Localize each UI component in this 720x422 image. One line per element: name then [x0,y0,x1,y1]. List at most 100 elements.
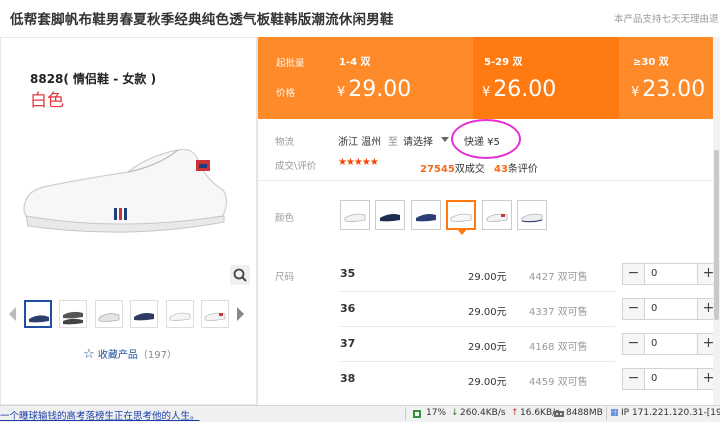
quantity-input[interactable]: 0 [651,373,657,384]
thumbnail[interactable] [201,300,229,328]
destination-select[interactable]: 请选择 [403,133,433,148]
size-stock: 4168 双可售 [529,342,588,353]
thumbnail-image [98,313,120,322]
thumbnail[interactable] [130,300,158,328]
star-outline-icon: ☆ [83,347,95,362]
reviews-label: 成交\评价 [275,161,317,172]
product-title: 低帮套脚帆布鞋男春夏秋季经典纯色透气板鞋韩版潮流休闲男鞋 [10,12,394,28]
swatch-image [486,213,508,222]
thumb-next-arrow-icon[interactable] [237,307,244,321]
size-value: 36 [340,302,356,315]
decrement-button[interactable]: − [623,299,645,319]
swatch-image [521,213,543,223]
color-swatch[interactable] [517,200,547,230]
decrement-button[interactable]: − [623,369,645,389]
network-icon: ▦ [610,408,619,418]
thumbnail-image [63,311,83,325]
thumbnail[interactable] [59,300,87,328]
tier-price-value: 26.00 [493,77,557,102]
size-stock: 4427 双可售 [529,272,588,283]
quantity-stepper[interactable]: − 0 + [622,298,720,320]
tier-currency: ¥ [631,85,640,100]
size-value: 37 [340,337,356,350]
ship-origin: 浙江 温州 [338,137,382,148]
color-swatch[interactable] [482,200,512,230]
status-separator [606,407,607,420]
download-speed: 260.4KB/s [460,408,506,418]
memory-usage: 8488MB [566,408,603,418]
shoe-image[interactable] [18,130,233,245]
size-stock: 4337 双可售 [529,307,588,318]
product-color-name: 白色 [30,91,64,111]
tier-currency: ¥ [337,85,346,100]
color-swatch[interactable] [411,200,441,230]
memory-icon [554,411,564,417]
review-count: 43 [494,164,508,175]
favorite-link[interactable]: ☆ 收藏产品（197） [83,346,177,362]
divider [340,291,615,292]
upload-arrow-icon: ↑ [511,408,519,418]
size-price: 29.00元 [468,272,507,283]
thumbnail[interactable] [166,300,194,328]
selected-indicator [457,229,467,235]
zoom-button[interactable] [230,265,250,285]
thumbnail-image [134,313,154,321]
size-value: 35 [340,267,356,280]
tier-price: ¥23.00 [631,77,705,102]
quantity-input[interactable]: 0 [651,338,657,349]
tier-range: 5-29 双 [484,57,523,68]
tier-currency: ¥ [482,85,491,100]
tier-price-value: 23.00 [642,77,706,102]
chevron-down-icon[interactable] [441,137,449,142]
thumbnail-image [204,312,226,321]
size-price: 29.00元 [468,307,507,318]
thumbnail-image [169,312,191,321]
status-separator [405,407,406,420]
size-stock: 4459 双可售 [529,377,588,388]
color-swatch[interactable] [375,200,405,230]
decrement-button[interactable]: − [623,334,645,354]
swatch-image [416,214,436,222]
favorite-label: 收藏产品 [97,350,138,361]
thumbnail[interactable] [24,300,52,328]
quantity-stepper[interactable]: − 0 + [622,333,720,355]
cpu-icon [413,410,421,418]
size-price: 29.00元 [468,377,507,388]
magnifier-icon [233,268,247,282]
divider [340,326,615,327]
quantity-stepper[interactable]: − 0 + [622,368,720,390]
color-swatch[interactable] [340,200,370,230]
scrollbar-thumb[interactable] [714,150,719,320]
swatch-image [344,213,366,222]
return-policy-notice: 本产品支持七天无理由退 [614,14,719,25]
logistics-label: 物流 [275,137,295,148]
favorite-count: （197） [137,350,177,361]
sold-count-info[interactable]: 27545双成交 [420,157,485,176]
tier-price-value: 29.00 [348,77,412,102]
ship-to-label: 至 [388,137,398,148]
tier-price: ¥26.00 [482,77,556,102]
quantity-input[interactable]: 0 [651,303,657,314]
ip-address: IP 171.221.120.31-[192.168.1 [621,408,720,418]
thumb-prev-arrow-icon[interactable] [9,307,16,321]
swatch-image [380,214,400,222]
review-count-link[interactable]: 43条评价 [494,157,538,176]
size-label: 尺码 [275,272,295,283]
decrement-button[interactable]: − [623,264,645,284]
quantity-stepper[interactable]: − 0 + [622,263,720,285]
status-news-link[interactable]: 一个曝球输钱的高考落榜生正在思考他的人生。 [0,408,200,422]
rating-stars-icon: ★★★★★ [338,157,379,168]
divider [258,180,713,181]
highlight-ellipse [451,119,521,159]
quantity-input[interactable]: 0 [651,268,657,279]
color-swatch-selected[interactable] [446,200,476,230]
cpu-usage: 17% [426,408,447,418]
product-model: 8828( 情侣鞋 - 女款 ) [30,72,157,86]
size-value: 38 [340,372,356,385]
thumbnail-image [29,315,49,323]
tier-price: ¥29.00 [337,77,411,102]
sold-count: 27545 [420,164,455,175]
tier-range: ≥30 双 [633,57,669,68]
thumbnail[interactable] [95,300,123,328]
size-price: 29.00元 [468,342,507,353]
